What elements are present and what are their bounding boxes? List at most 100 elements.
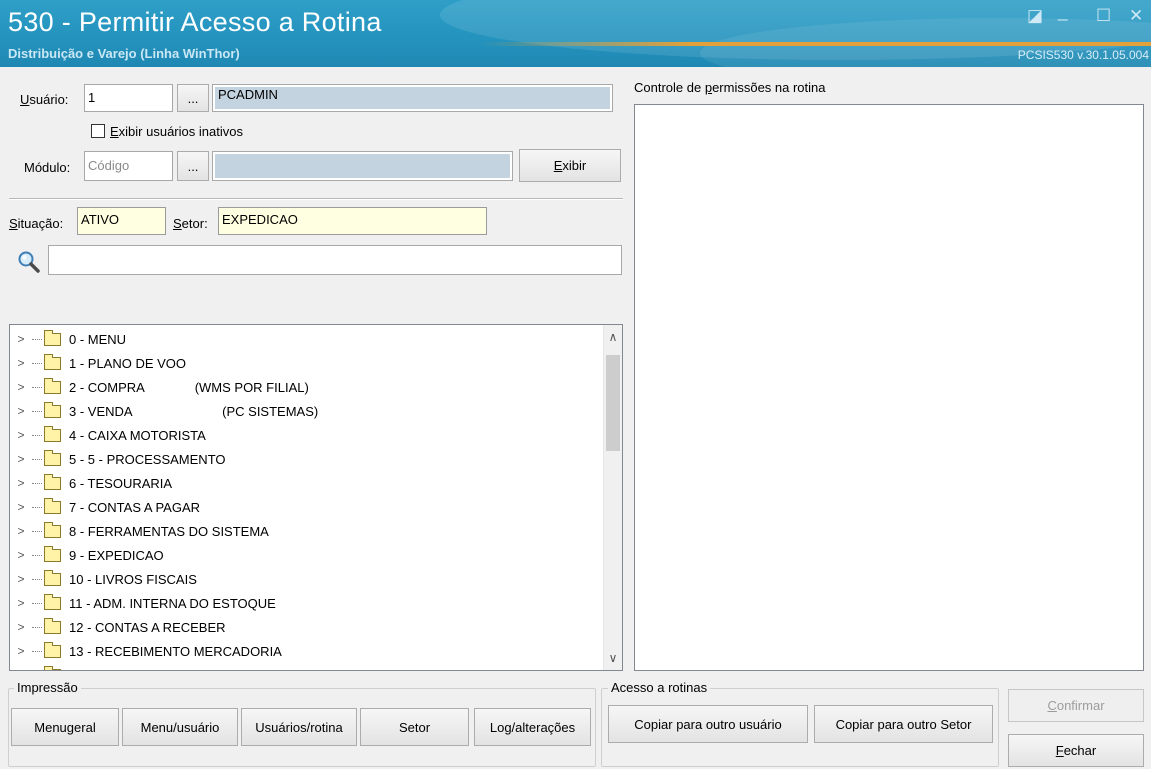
close-icon[interactable]: ✕ [1129,6,1143,26]
tree-item[interactable]: >3 - VENDA (PC SISTEMAS) [10,399,600,423]
folder-icon [44,377,61,394]
tree-item[interactable]: >14 - FATURAMENTO [10,663,600,671]
tree-item-label: 6 - TESOURARIA [69,475,173,491]
print-group-title: Impressão [14,680,81,695]
copy-to-setor-button[interactable]: Copiar para outro Setor [814,705,993,743]
tree-connector [32,626,42,628]
user-label: Usuário: [20,92,69,107]
tree-item-label: 14 - FATURAMENTO [69,668,192,671]
user-code-field[interactable]: 1 [84,84,173,112]
folder-icon [44,617,61,634]
tree-connector [32,482,42,484]
menu-geral-button[interactable]: Menu g eral [11,708,119,746]
expand-chevron-icon[interactable]: > [10,644,32,658]
tree-item[interactable]: >0 - MENU [10,327,600,351]
show-inactive-label: Exibir usuários inativos [110,124,243,139]
tree-item-label: 0 - MENU [69,331,127,347]
module-tree[interactable]: >0 - MENU >1 - PLANO DE VOO >2 - COMPRA (W… [9,324,623,671]
expand-chevron-icon[interactable]: > [10,548,32,562]
folder-icon [44,569,61,586]
module-browse-button[interactable]: ... [177,151,209,181]
tree-item[interactable]: >9 - EXPEDICAO [10,543,600,567]
expand-chevron-icon[interactable]: > [10,380,32,394]
tree-item-label: 8 - FERRAMENTAS DO SISTEMA [69,523,269,539]
close-button[interactable]: Fechar [1008,734,1144,767]
folder-icon [44,497,61,514]
expand-chevron-icon[interactable]: > [10,524,32,538]
expand-chevron-icon[interactable]: > [10,356,32,370]
show-inactive-checkbox[interactable] [91,124,105,138]
scroll-down-icon[interactable]: ∨ [604,649,622,667]
title-bar: 530 - Permitir Acesso a Rotina Distribui… [0,0,1151,67]
folder-icon [44,665,61,670]
tree-connector [32,578,42,580]
restore-icon[interactable]: ◪ [1027,6,1043,26]
folder-icon [44,593,61,610]
search-icon[interactable] [17,250,41,274]
tree-item[interactable]: >8 - FERRAMENTAS DO SISTEMA [10,519,600,543]
expand-chevron-icon[interactable]: > [10,596,32,610]
tree-item[interactable]: >12 - CONTAS A RECEBER [10,615,600,639]
minimize-icon[interactable]: _ [1058,2,1067,22]
tree-item-label: 9 - EXPEDICAO [69,547,164,563]
permissions-panel[interactable] [634,104,1144,671]
tree-scrollbar[interactable]: ∧ ∨ [603,325,622,670]
expand-chevron-icon[interactable]: > [10,668,32,670]
usuarios-rotina-button[interactable]: Usuários/rotina [241,708,357,746]
tree-item-label: 13 - RECEBIMENTO MERCADORIA [69,643,282,659]
tree-item[interactable]: >4 - CAIXA MOTORISTA [10,423,600,447]
tree-item[interactable]: >6 - TESOURARIA [10,471,600,495]
log-alteracoes-button[interactable]: Log/alterações [474,708,591,746]
expand-chevron-icon[interactable]: > [10,332,32,346]
tree-connector [32,338,42,340]
tree-connector [32,362,42,364]
tree-item[interactable]: >2 - COMPRA (WMS POR FILIAL) [10,375,600,399]
tree-connector [32,386,42,388]
expand-chevron-icon[interactable]: > [10,572,32,586]
expand-chevron-icon[interactable]: > [10,404,32,418]
tree-item[interactable]: >11 - ADM. INTERNA DO ESTOQUE [10,591,600,615]
copy-to-user-button[interactable]: Copiar para outro usuário [608,705,808,743]
tree-item-label: 11 - ADM. INTERNA DO ESTOQUE [69,595,276,611]
tree-item-label: 3 - VENDA (PC SISTEMAS) [69,403,319,419]
scroll-thumb[interactable] [606,355,620,451]
scroll-up-icon[interactable]: ∧ [604,328,622,346]
search-input[interactable] [48,245,622,275]
expand-chevron-icon[interactable]: > [10,452,32,466]
tree-connector [32,506,42,508]
tree-item[interactable]: >13 - RECEBIMENTO MERCADORIA [10,639,600,663]
tree-item-label: 4 - CAIXA MOTORISTA [69,427,206,443]
separator-highlight [9,199,623,200]
setor-field: EXPEDICAO [218,207,487,235]
expand-chevron-icon[interactable]: > [10,428,32,442]
expand-chevron-icon[interactable]: > [10,476,32,490]
tree-item[interactable]: >10 - LIVROS FISCAIS [10,567,600,591]
menu-usuario-button[interactable]: Menu/usuário [122,708,238,746]
confirm-button[interactable]: Confirmar [1008,689,1144,722]
show-module-button[interactable]: Exibir [519,149,621,182]
user-browse-button[interactable]: ... [177,84,209,112]
access-group-title: Acesso a rotinas [608,680,711,695]
tree-item-label: 5 - 5 - PROCESSAMENTO [69,451,226,467]
module-code-field[interactable]: Código [84,151,173,181]
tree-item[interactable]: >7 - CONTAS A PAGAR [10,495,600,519]
tree-item-label: 12 - CONTAS A RECEBER [69,619,226,635]
tree-item-label: 10 - LIVROS FISCAIS [69,571,197,587]
tree-item-label: 2 - COMPRA (WMS POR FILIAL) [69,379,309,395]
folder-icon [44,401,61,418]
folder-icon [44,329,61,346]
window-title: 530 - Permitir Acesso a Rotina [8,7,382,37]
tree-item[interactable]: >5 - 5 - PROCESSAMENTO [10,447,600,471]
maximize-icon[interactable]: ☐ [1096,6,1111,26]
tree-connector [32,650,42,652]
setor-button[interactable]: Setor [360,708,469,746]
tree-connector [32,530,42,532]
version-label: PCSIS530 v.30.1.05.004 [1017,48,1149,62]
module-name-field [212,151,513,181]
tree-connector [32,410,42,412]
expand-chevron-icon[interactable]: > [10,620,32,634]
tree-connector [32,554,42,556]
tree-item[interactable]: >1 - PLANO DE VOO [10,351,600,375]
user-name-value: PCADMIN [215,87,610,109]
expand-chevron-icon[interactable]: > [10,500,32,514]
